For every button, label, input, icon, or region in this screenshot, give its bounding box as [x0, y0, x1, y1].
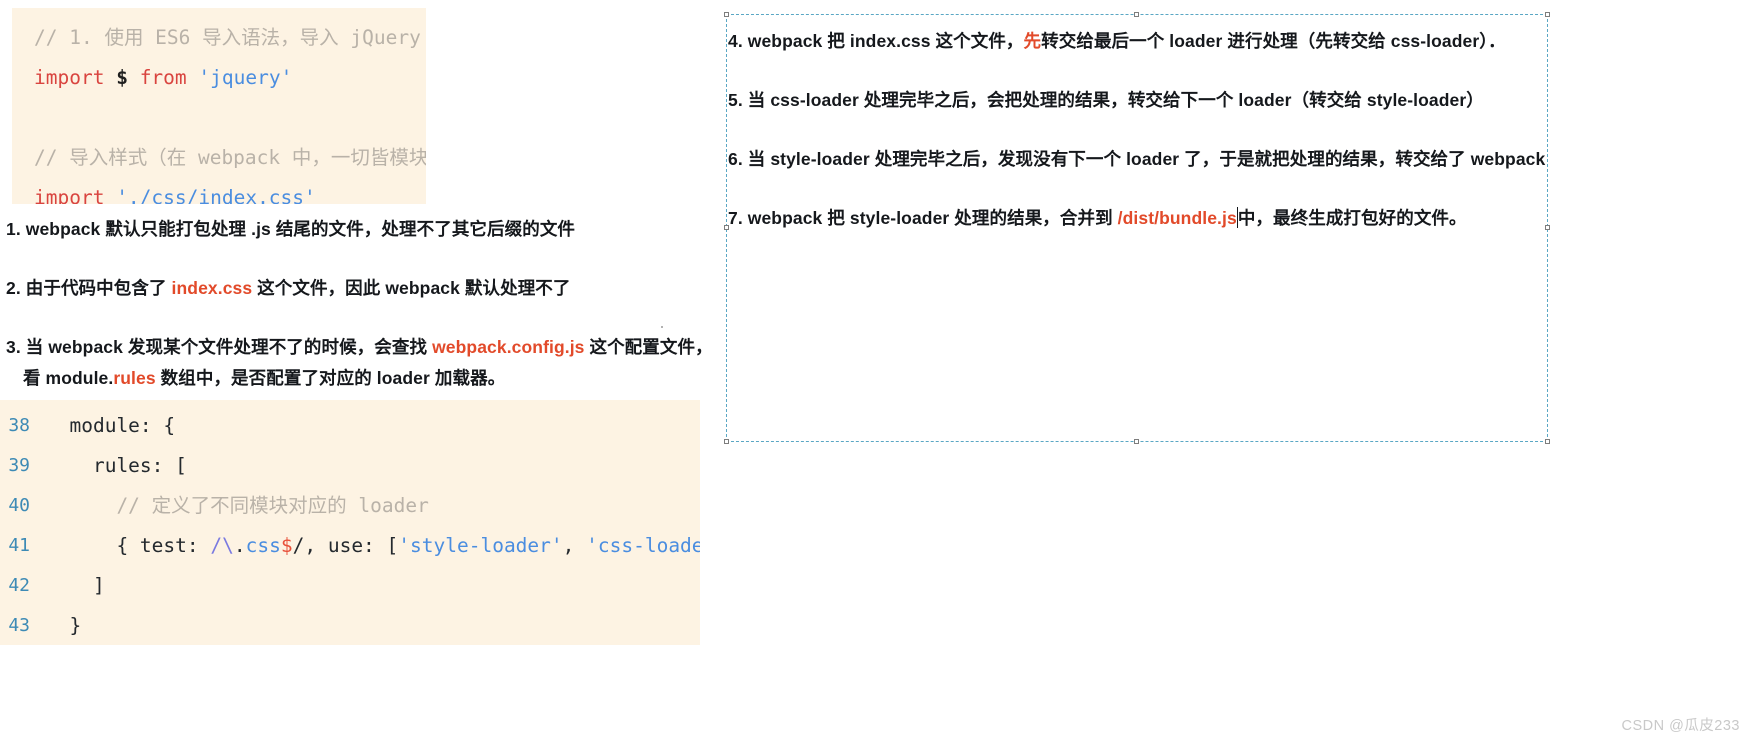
text-run: './css/index.css': [116, 186, 316, 204]
code-line: // 导入样式（在 webpack 中，一切皆模块，: [12, 138, 426, 178]
text-run: .: [233, 534, 246, 557]
note-line: 3. 当 webpack 发现某个文件处理不了的时候，会查找 webpack.c…: [6, 337, 713, 357]
stray-dot-artifact: [661, 326, 663, 328]
note-item: 3. 当 webpack 发现某个文件处理不了的时候，会查找 webpack.c…: [6, 333, 713, 392]
text-run: 转交给最后一个 loader 进行处理（先转交给 css-loader）．: [1041, 31, 1506, 51]
note-line: 2. 由于代码中包含了 index.css 这个文件，因此 webpack 默认…: [6, 278, 571, 298]
text-run: 3. 当 webpack 发现某个文件处理不了的时候，会查找: [6, 337, 433, 357]
text-run: $: [280, 534, 293, 557]
left-column: // 1. 使用 ES6 导入语法，导入 jQuery import $ from…: [0, 0, 713, 745]
line-content: module: {: [46, 406, 175, 446]
line-number: 43: [8, 615, 30, 636]
text-run: css: [245, 534, 281, 557]
code-line: 42 ]: [0, 566, 700, 606]
text-run: 5. 当 css-loader 处理完毕之后，会把处理的结果，转交给下一个 lo…: [728, 90, 1484, 110]
resize-handle-bottom-left[interactable]: [724, 439, 729, 444]
text-run: 'css-loader': [586, 534, 700, 557]
code-line: 39 rules: [: [0, 446, 700, 486]
step-item: 7. webpack 把 style-loader 处理的结果，合并到 /dis…: [728, 205, 1738, 231]
code-line: 40 // 定义了不同模块对应的 loader: [0, 486, 700, 526]
text-run: }: [46, 614, 82, 637]
code-line: [12, 98, 426, 138]
text-run: 这个文件，因此 webpack 默认处理不了: [252, 278, 571, 298]
line-number: 38: [8, 415, 30, 436]
notes-list: 1. webpack 默认只能打包处理 .js 结尾的文件，处理不了其它后缀的文…: [6, 215, 713, 423]
text-run: { test:: [46, 534, 211, 557]
line-number: 42: [8, 575, 30, 596]
code-line: // 1. 使用 ES6 导入语法，导入 jQuery: [12, 18, 426, 58]
text-run: 'jquery': [198, 66, 293, 89]
text-run: 1. webpack 默认只能打包处理 .js 结尾的文件，处理不了其它后缀的文…: [6, 219, 576, 239]
watermark: CSDN @瓜皮233: [1621, 718, 1740, 734]
step-item: 4. webpack 把 index.css 这个文件，先转交给最后一个 loa…: [728, 28, 1738, 54]
webpack-config-code-block: 38 module: {39 rules: [40 // 定义了不同模块对应的 …: [0, 400, 700, 645]
text-run: ,: [562, 534, 587, 557]
text-run: module: {: [46, 414, 176, 437]
text-run: rules: [113, 368, 156, 388]
text-run: // 导入样式（在 webpack 中，一切皆模块，: [34, 146, 426, 169]
text-run: 7. webpack 把 style-loader 处理的结果，合并到: [728, 208, 1118, 228]
line-content: rules: [: [46, 446, 187, 486]
text-run: \: [222, 534, 234, 557]
text-run: /: [292, 534, 305, 557]
text-run: 数组中，是否配置了对应的 loader 加载器。: [155, 368, 506, 388]
text-run: , use: [: [304, 534, 399, 557]
code-line: 38 module: {: [0, 406, 700, 446]
text-run: 2. 由于代码中包含了: [6, 278, 172, 298]
text-run: 这个配置文件，: [584, 337, 713, 357]
resize-handle-top-middle[interactable]: [1134, 12, 1139, 17]
line-number: 39: [8, 455, 30, 476]
note-item: 1. webpack 默认只能打包处理 .js 结尾的文件，处理不了其它后缀的文…: [6, 215, 712, 243]
text-run: /dist/bundle.js: [1117, 208, 1237, 228]
step-item: 5. 当 css-loader 处理完毕之后，会把处理的结果，转交给下一个 lo…: [728, 87, 1738, 113]
text-run: 看 module.: [23, 368, 114, 388]
text-run: rules: [: [46, 454, 187, 477]
resize-handle-top-left[interactable]: [724, 12, 729, 17]
line-content: ]: [46, 566, 105, 606]
text-run: $: [116, 66, 128, 89]
import-code-block: // 1. 使用 ES6 导入语法，导入 jQuery import $ from…: [12, 8, 426, 204]
note-item: 2. 由于代码中包含了 index.css 这个文件，因此 webpack 默认…: [6, 274, 712, 302]
text-run: /: [210, 534, 223, 557]
code-line: import $ from 'jquery': [12, 58, 426, 98]
line-content: }: [46, 606, 81, 645]
code-line: 41 { test: /\.css$/, use: ['style-loader…: [0, 526, 700, 566]
note-continuation-line: 看 module.rules 数组中，是否配置了对应的 loader 加载器。: [6, 364, 712, 392]
line-content: { test: /\.css$/, use: ['style-loader', …: [46, 526, 700, 566]
code-line: 43 }: [0, 606, 700, 645]
resize-handle-top-right[interactable]: [1545, 12, 1550, 17]
text-run: 4. webpack 把 index.css 这个文件，: [728, 31, 1024, 51]
text-run: 'style-loader': [398, 534, 563, 557]
text-run: import: [34, 66, 117, 89]
text-run: import: [34, 186, 117, 204]
text-run: [34, 106, 46, 129]
text-run: 中，最终生成打包好的文件。: [1237, 208, 1467, 228]
text-run: // 1. 使用 ES6 导入语法，导入 jQuery: [34, 26, 421, 49]
code-line: import './css/index.css': [12, 178, 426, 204]
text-run: index.css: [171, 278, 253, 298]
resize-handle-bottom-middle[interactable]: [1134, 439, 1139, 444]
text-run: // 定义了不同模块对应的 loader: [46, 494, 429, 517]
text-run: [128, 66, 140, 89]
note-line: 1. webpack 默认只能打包处理 .js 结尾的文件，处理不了其它后缀的文…: [6, 219, 575, 239]
step-item: 6. 当 style-loader 处理完毕之后，发现没有下一个 loader …: [728, 146, 1738, 172]
resize-handle-bottom-right[interactable]: [1545, 439, 1550, 444]
text-run: ]: [46, 574, 105, 597]
text-run: from: [139, 66, 199, 89]
text-run: 6. 当 style-loader 处理完毕之后，发现没有下一个 loader …: [728, 149, 1546, 169]
line-number: 40: [8, 495, 30, 516]
line-number: 41: [8, 535, 30, 556]
line-content: // 定义了不同模块对应的 loader: [46, 486, 429, 526]
text-run: webpack.config.js: [432, 337, 585, 357]
loader-steps-list: 4. webpack 把 index.css 这个文件，先转交给最后一个 loa…: [728, 28, 1738, 264]
selected-text-region[interactable]: 4. webpack 把 index.css 这个文件，先转交给最后一个 loa…: [724, 12, 1550, 444]
text-run: 先: [1023, 31, 1042, 51]
